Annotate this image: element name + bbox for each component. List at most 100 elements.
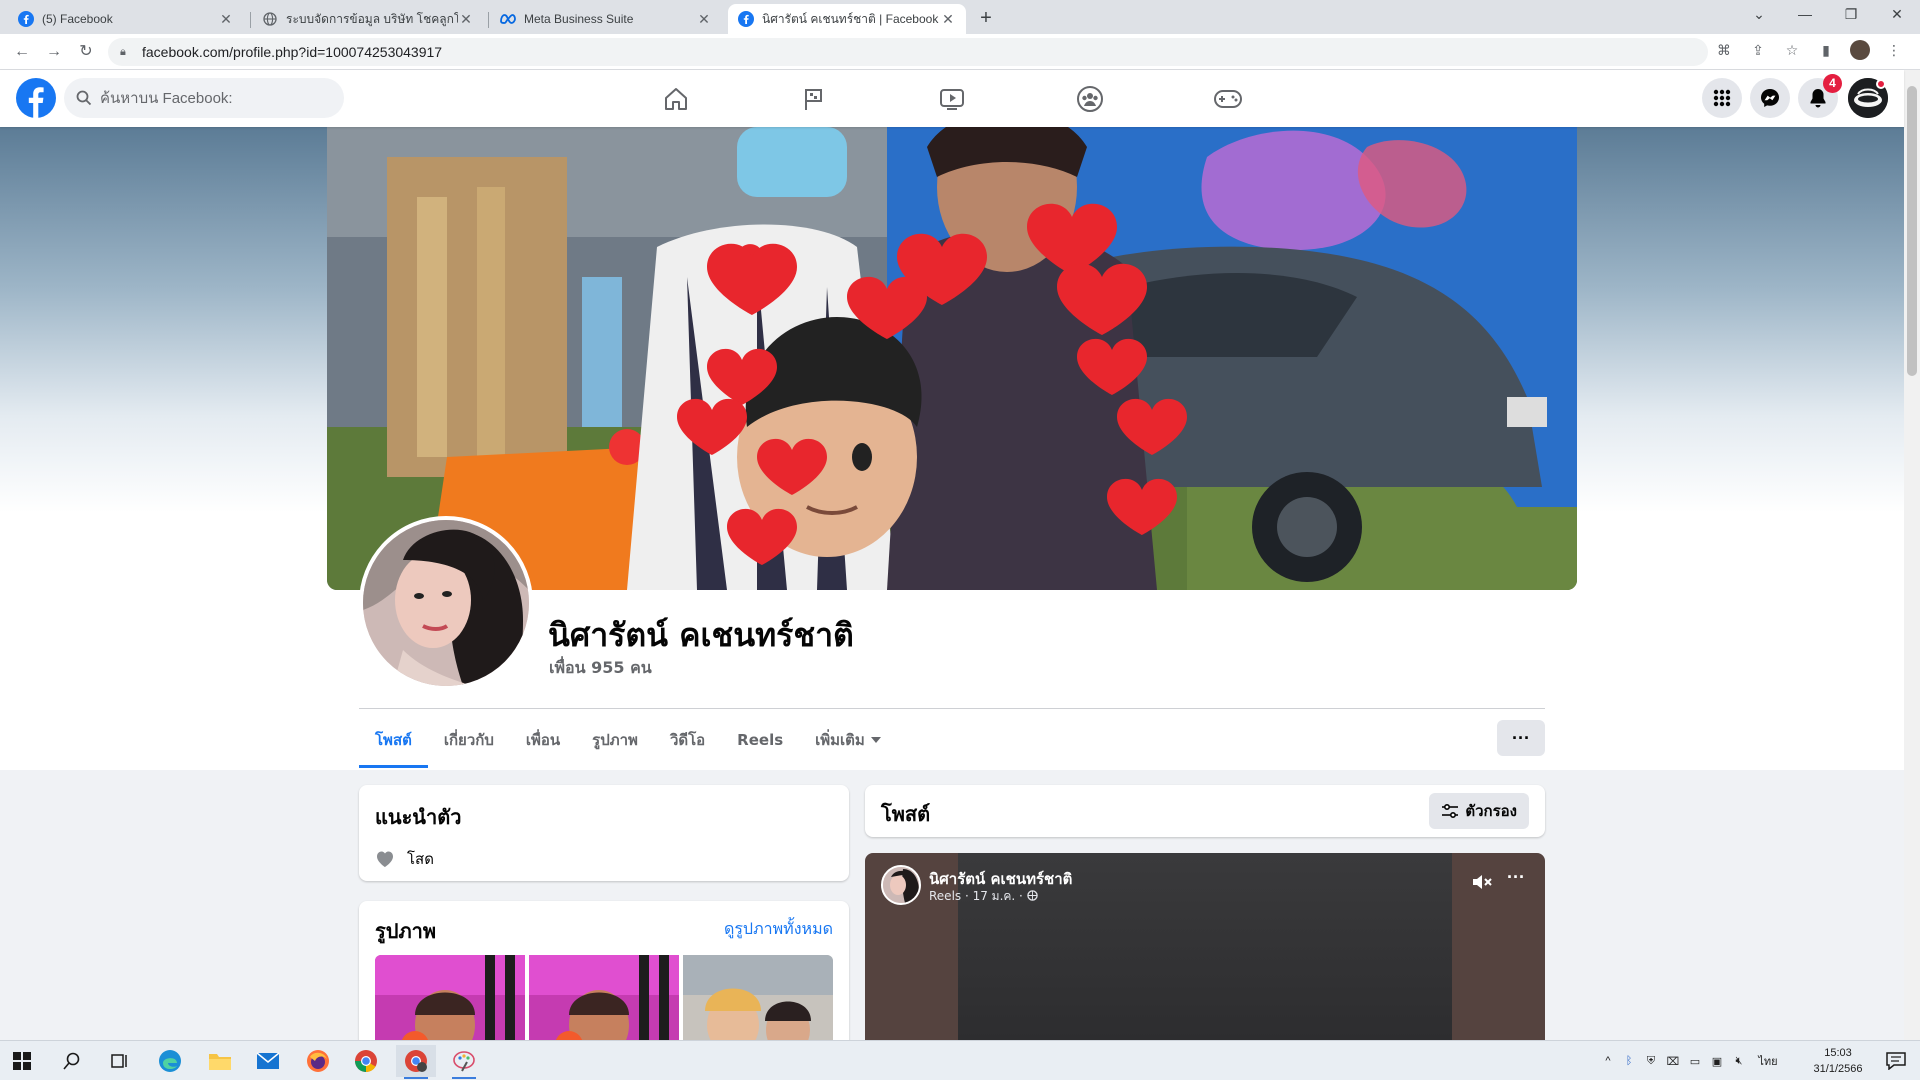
chrome-menu-icon[interactable]: ⋮	[1884, 40, 1904, 60]
nav-home[interactable]	[620, 70, 732, 127]
browser-tab-profile-active[interactable]: นิศารัตน์ คเชนทร์ชาติ | Facebook ✕	[728, 4, 966, 34]
volume-muted-icon[interactable]: 🔇︎	[1728, 1055, 1750, 1068]
side-panel-icon[interactable]: ▮	[1816, 40, 1836, 60]
home-icon	[665, 87, 687, 110]
forward-arrow-icon[interactable]: →	[44, 42, 64, 62]
file-explorer-icon[interactable]	[200, 1045, 240, 1077]
nav-watch[interactable]	[896, 70, 1008, 127]
scrollbar-thumb[interactable]	[1907, 86, 1917, 376]
chrome-profile-icon[interactable]	[396, 1045, 436, 1079]
paint-app-icon[interactable]	[444, 1045, 484, 1079]
profile-friend-count[interactable]: เพื่อน 955 คน	[549, 656, 652, 681]
edge-browser-icon[interactable]	[150, 1045, 190, 1077]
browser-tab-company-system[interactable]: ระบบจัดการข้อมูล บริษัท โชคลูกโชค ✕	[252, 4, 484, 34]
post-author-avatar[interactable]	[881, 865, 921, 905]
tab-friends[interactable]: เพื่อน	[510, 712, 576, 768]
tab-search-chevron-icon[interactable]: ⌄	[1736, 0, 1782, 30]
tab-title: (5) Facebook	[42, 12, 113, 26]
clock-time: 15:03	[1824, 1047, 1852, 1059]
new-tab-button[interactable]: +	[974, 6, 998, 30]
close-tab-icon[interactable]: ✕	[696, 11, 712, 28]
intro-card: แนะนำตัว โสด	[359, 785, 849, 881]
relationship-status: โสด	[407, 850, 434, 868]
tab-posts[interactable]: โพสต์	[359, 712, 428, 768]
see-all-photos-link[interactable]: ดูรูปภาพทั้งหมด	[724, 917, 833, 942]
restore-button[interactable]: ❐	[1828, 0, 1874, 30]
groups-icon	[1077, 85, 1103, 112]
profile-more-options-button[interactable]: ···	[1497, 720, 1545, 756]
filter-button[interactable]: ตัวกรอง	[1429, 793, 1529, 829]
firefox-icon[interactable]	[298, 1045, 338, 1077]
translate-icon[interactable]: ⌘	[1714, 40, 1734, 60]
nav-pages[interactable]	[758, 70, 870, 127]
posts-header-card: โพสต์ ตัวกรอง	[865, 785, 1545, 837]
reel-post-card[interactable]: นิศารัตน์ คเชนทร์ชาติ Reels · 17 ม.ค. · …	[865, 853, 1545, 1040]
show-hidden-icons-chevron-icon[interactable]: ^	[1598, 1055, 1618, 1067]
notification-count-badge: 4	[1823, 74, 1842, 93]
page-scrollbar[interactable]	[1904, 70, 1920, 1040]
address-toolbar: ← → ↻ 🔒︎ facebook.com/profile.php?id=100…	[0, 34, 1920, 70]
heart-icon	[377, 851, 393, 867]
grid-menu-icon	[1713, 89, 1731, 107]
cover-photo[interactable]	[327, 127, 1577, 590]
tab-reels[interactable]: Reels	[721, 712, 799, 768]
facebook-icon	[738, 11, 754, 27]
nav-groups[interactable]	[1034, 70, 1146, 127]
windows-taskbar: ^ ᛒ ⛨ ⌧ ▭ ▣ 🔇︎ ไทย 15:03 31/1/2566	[0, 1040, 1920, 1080]
post-options-icon[interactable]: ···	[1507, 867, 1525, 888]
profile-picture[interactable]	[359, 516, 533, 690]
chrome-profile-avatar[interactable]	[1850, 40, 1870, 60]
tab-photos[interactable]: รูปภาพ	[576, 712, 654, 768]
close-window-button[interactable]: ✕	[1874, 0, 1920, 30]
browser-tab-meta-business-suite[interactable]: Meta Business Suite ✕	[490, 4, 722, 34]
security-shield-icon[interactable]: ⛨	[1640, 1055, 1662, 1068]
close-tab-icon[interactable]: ✕	[940, 11, 956, 28]
notifications-button[interactable]: 4	[1798, 74, 1842, 118]
tab-about[interactable]: เกี่ยวกับ	[428, 712, 510, 768]
search-icon[interactable]	[52, 1045, 92, 1077]
tab-videos[interactable]: วิดีโอ	[654, 712, 721, 768]
tab-title: ระบบจัดการข้อมูล บริษัท โชคลูกโชค	[286, 11, 458, 26]
reload-icon[interactable]: ↻	[76, 42, 96, 62]
public-globe-icon	[1026, 890, 1038, 901]
back-arrow-icon[interactable]: ←	[12, 42, 32, 62]
flag-icon	[805, 88, 822, 110]
bookmark-star-icon[interactable]: ☆	[1782, 40, 1802, 60]
tab-more[interactable]: เพิ่มเติม	[799, 712, 897, 768]
system-tray: ^ ᛒ ⛨ ⌧ ▭ ▣ 🔇︎ ไทย	[1598, 1041, 1786, 1080]
url-bar[interactable]: 🔒︎ facebook.com/profile.php?id=100074253…	[108, 38, 1708, 66]
input-language-indicator[interactable]: ไทย	[1750, 1052, 1786, 1070]
facebook-search-input[interactable]: ค้นหาบน Facebook:	[64, 78, 344, 118]
video-play-icon	[940, 88, 964, 110]
clock-date: 31/1/2566	[1813, 1063, 1863, 1075]
task-view-icon[interactable]	[100, 1045, 140, 1077]
meta-icon	[500, 11, 516, 27]
mail-icon[interactable]	[248, 1045, 288, 1077]
filter-label: ตัวกรอง	[1465, 802, 1517, 820]
account-status-dot	[1876, 79, 1886, 89]
nav-gaming[interactable]	[1172, 70, 1284, 127]
browser-tab-strip: (5) Facebook ✕ ระบบจัดการข้อมูล บริษัท โ…	[0, 0, 1920, 34]
facebook-logo-icon[interactable]	[16, 78, 56, 118]
close-tab-icon[interactable]: ✕	[458, 11, 474, 28]
facebook-icon	[18, 11, 34, 27]
close-tab-icon[interactable]: ✕	[218, 11, 234, 28]
chrome-icon[interactable]	[346, 1045, 386, 1077]
notification-center-icon[interactable]	[1876, 1045, 1916, 1077]
network-icon[interactable]: ▣	[1706, 1055, 1728, 1068]
menu-button[interactable]	[1702, 78, 1742, 118]
usb-device-icon[interactable]: ⌧	[1662, 1055, 1684, 1068]
photos-title: รูปภาพ	[375, 919, 437, 943]
posts-title: โพสต์	[881, 802, 931, 826]
display-icon[interactable]: ▭	[1684, 1055, 1706, 1068]
minimize-button[interactable]: —	[1782, 0, 1828, 30]
system-clock[interactable]: 15:03 31/1/2566	[1808, 1045, 1868, 1077]
caret-down-icon	[870, 737, 881, 743]
mute-speaker-icon[interactable]	[1471, 871, 1493, 893]
filter-sliders-icon	[1442, 803, 1459, 819]
windows-start-icon[interactable]	[2, 1045, 42, 1077]
browser-tab-facebook[interactable]: (5) Facebook ✕	[8, 4, 244, 34]
messenger-button[interactable]	[1750, 78, 1790, 118]
bluetooth-icon[interactable]: ᛒ	[1618, 1055, 1640, 1067]
share-icon[interactable]: ⇪	[1748, 40, 1768, 60]
